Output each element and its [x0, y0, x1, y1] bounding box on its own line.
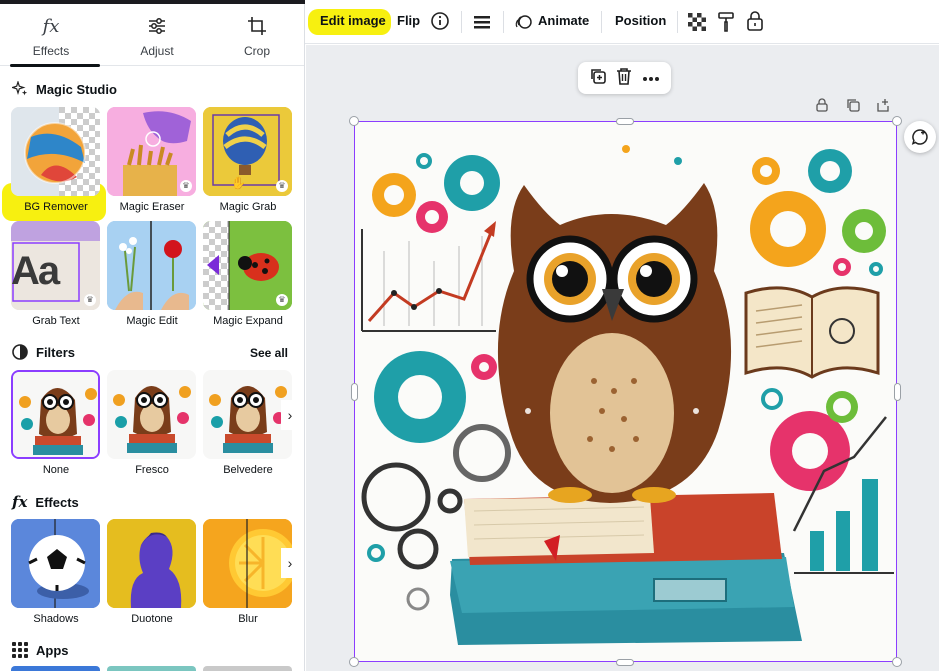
- tab-adjust-label: Adjust: [140, 44, 174, 58]
- apps-grid-icon: [12, 642, 28, 658]
- trash-icon[interactable]: [616, 67, 632, 90]
- grab-text-glyph: Aa: [11, 249, 60, 293]
- floating-element-toolbar: [578, 62, 671, 94]
- filters-heading: Filters: [12, 344, 75, 360]
- fx-icon: fx: [12, 493, 28, 511]
- panel-tabs: fx Effects Adjust Crop: [0, 0, 304, 67]
- magic-studio-title: Magic Studio: [36, 81, 117, 97]
- transparency-icon[interactable]: [688, 13, 706, 31]
- resize-handle-top-right[interactable]: [892, 116, 902, 126]
- lock-icon[interactable]: [746, 11, 764, 31]
- filters-next-arrow[interactable]: ›: [281, 400, 299, 430]
- page-duplicate-icon[interactable]: [845, 97, 861, 113]
- animate-icon: [515, 13, 533, 31]
- resize-handle-bottom[interactable]: [616, 659, 634, 666]
- sliders-icon: [107, 14, 207, 38]
- filter-none-thumb[interactable]: [11, 370, 100, 459]
- magic-expand-label: Magic Expand: [213, 315, 283, 327]
- resize-handle-bottom-left[interactable]: [349, 657, 359, 667]
- magic-grab-tile[interactable]: ✋ ♛: [203, 107, 292, 196]
- paint-roller-icon[interactable]: [717, 12, 735, 32]
- effects-next-arrow[interactable]: ›: [281, 548, 299, 578]
- tab-crop[interactable]: Crop: [207, 14, 304, 58]
- page-lock-icon[interactable]: [814, 97, 830, 113]
- tab-effects-label: Effects: [32, 44, 70, 58]
- resize-handle-top-left[interactable]: [349, 116, 359, 126]
- apps-title: Apps: [36, 642, 69, 658]
- effects-title: Effects: [35, 494, 79, 510]
- animate-button[interactable]: Animate: [538, 13, 589, 28]
- tab-adjust[interactable]: Adjust: [107, 14, 207, 58]
- flip-button[interactable]: Flip: [397, 13, 420, 28]
- filter-fresco-thumb[interactable]: [107, 370, 196, 459]
- more-options-icon[interactable]: [642, 69, 660, 87]
- effect-blur-label: Blur: [238, 613, 258, 625]
- pro-crown-icon: ♛: [84, 294, 96, 306]
- page-add-icon[interactable]: [875, 97, 891, 113]
- filter-fresco-label: Fresco: [135, 464, 169, 476]
- pro-crown-icon: ♛: [180, 180, 192, 192]
- app-thumb[interactable]: [107, 666, 196, 671]
- magic-edit-label: Magic Edit: [126, 315, 178, 327]
- canva-editor: fx Effects Adjust Crop Magic Studio ♛ ✋ …: [0, 0, 939, 671]
- magic-studio-heading: Magic Studio: [12, 81, 117, 97]
- edit-image-button[interactable]: Edit image: [320, 13, 386, 28]
- border-style-icon[interactable]: [473, 13, 491, 31]
- magic-eraser-label: Magic Eraser: [119, 201, 185, 213]
- sparkle-icon: [12, 81, 28, 96]
- resize-handle-top[interactable]: [616, 118, 634, 125]
- filters-title: Filters: [36, 344, 76, 360]
- resize-handle-bottom-right[interactable]: [892, 657, 902, 667]
- effects-side-panel: fx Effects Adjust Crop Magic Studio ♛ ✋ …: [0, 0, 305, 671]
- bg-remover-label: BG Remover: [24, 201, 88, 213]
- position-button[interactable]: Position: [615, 13, 666, 28]
- filter-belvedere-thumb[interactable]: [203, 370, 292, 459]
- apps-heading: Apps: [12, 642, 69, 658]
- app-thumb[interactable]: [203, 666, 292, 671]
- magic-eraser-tile[interactable]: ♛: [107, 107, 196, 196]
- magic-expand-tile[interactable]: ♛: [203, 221, 292, 310]
- fx-icon: fx: [42, 15, 60, 37]
- svg-text:✋: ✋: [231, 176, 246, 190]
- toolbar-divider: [601, 11, 602, 33]
- bg-remover-tile[interactable]: [11, 107, 100, 196]
- pro-crown-icon: ♛: [276, 180, 288, 192]
- filters-see-all-link[interactable]: See all: [250, 346, 288, 360]
- resize-handle-right[interactable]: [894, 383, 901, 401]
- pro-crown-icon: ♛: [276, 294, 288, 306]
- tab-crop-label: Crop: [243, 44, 270, 58]
- add-comment-button[interactable]: [904, 121, 936, 153]
- resize-handle-left[interactable]: [351, 383, 358, 401]
- owl-artwork-image[interactable]: [354, 121, 897, 662]
- active-tab-indicator: [10, 64, 100, 67]
- grab-text-label: Grab Text: [32, 315, 80, 327]
- effects-heading: fx Effects: [12, 493, 79, 511]
- duplicate-icon[interactable]: [589, 67, 607, 90]
- toolbar-divider: [461, 11, 462, 33]
- magic-grab-label: Magic Grab: [219, 201, 277, 213]
- magic-edit-tile[interactable]: [107, 221, 196, 310]
- filter-none-label: None: [42, 464, 70, 476]
- info-icon[interactable]: [431, 12, 449, 30]
- effect-shadows-label: Shadows: [33, 613, 79, 625]
- filters-icon: [12, 344, 28, 360]
- filter-belvedere-label: Belvedere: [223, 464, 273, 476]
- tab-effects[interactable]: fx Effects: [1, 14, 101, 59]
- effect-shadows-thumb[interactable]: [11, 519, 100, 608]
- app-thumb[interactable]: [11, 666, 100, 671]
- effect-blur-thumb[interactable]: [203, 519, 292, 608]
- toolbar-divider: [503, 11, 504, 33]
- grab-text-tile[interactable]: Aa ♛: [11, 221, 100, 310]
- effect-duotone-label: Duotone: [131, 613, 173, 625]
- image-toolbar: Edit image Flip Animate Position: [305, 0, 939, 44]
- toolbar-divider: [677, 11, 678, 33]
- comment-icon: [911, 129, 928, 145]
- crop-icon: [207, 14, 304, 38]
- effect-duotone-thumb[interactable]: [107, 519, 196, 608]
